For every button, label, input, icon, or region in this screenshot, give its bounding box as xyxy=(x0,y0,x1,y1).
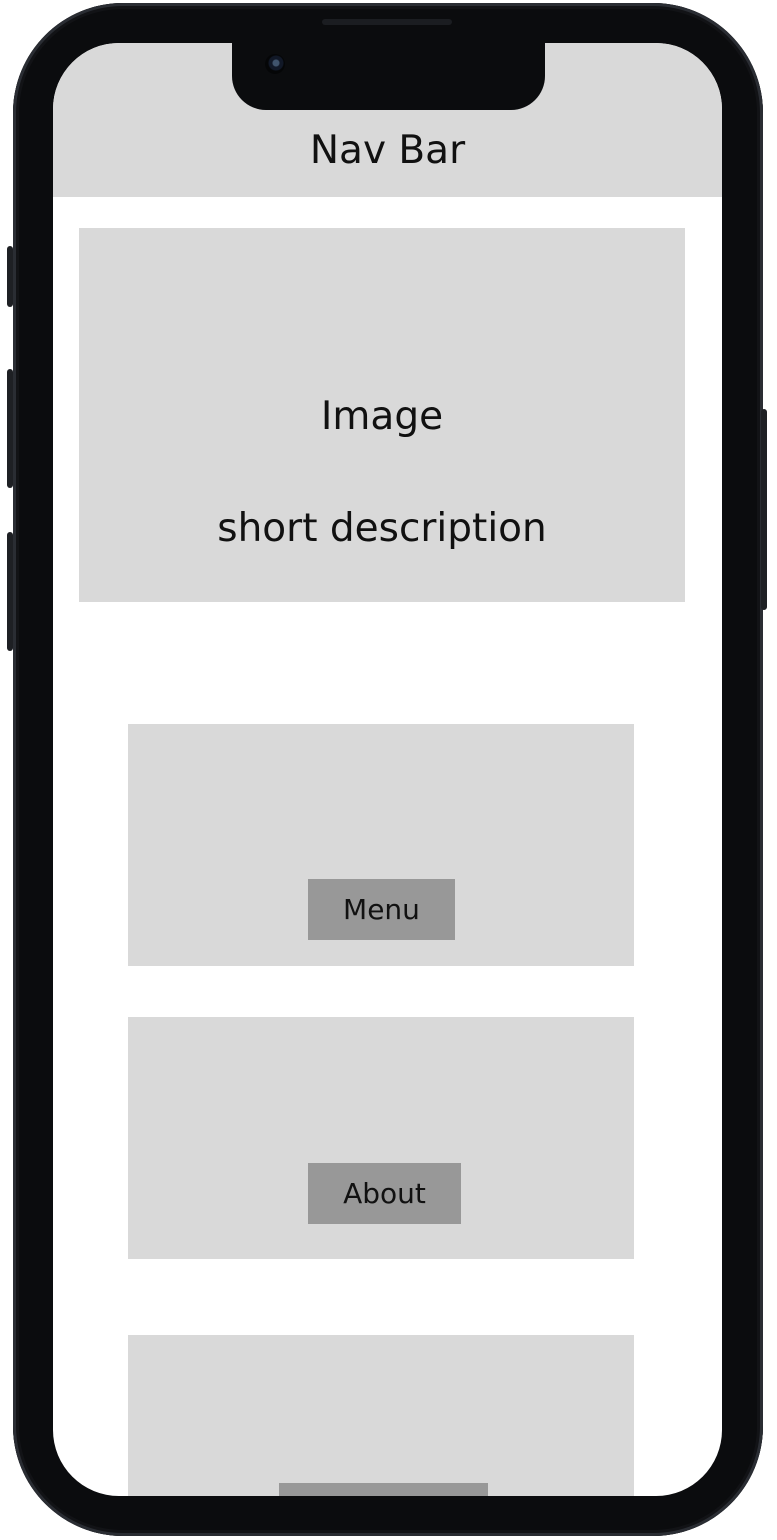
hero-title: Image xyxy=(320,394,444,439)
volume-down-button xyxy=(7,532,13,651)
nav-bar-title: Nav Bar xyxy=(309,128,466,173)
volume-up-button xyxy=(7,369,13,488)
screen: Nav Bar Image short description Menu Abo… xyxy=(53,43,722,1496)
third-card-button[interactable] xyxy=(279,1483,488,1496)
third-card xyxy=(128,1335,634,1496)
hero-short-description: short description xyxy=(217,506,547,551)
power-button xyxy=(761,409,767,610)
about-card: About xyxy=(128,1017,634,1259)
menu-button[interactable]: Menu xyxy=(308,879,455,940)
silent-switch xyxy=(7,246,13,307)
about-button[interactable]: About xyxy=(308,1163,461,1224)
earpiece-speaker xyxy=(322,19,452,25)
menu-card: Menu xyxy=(128,724,634,966)
hero-image-placeholder: Image short description xyxy=(79,228,685,602)
notch xyxy=(232,43,545,110)
front-camera-icon xyxy=(265,54,285,74)
